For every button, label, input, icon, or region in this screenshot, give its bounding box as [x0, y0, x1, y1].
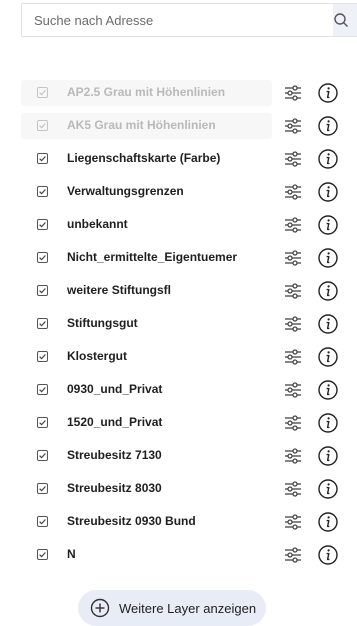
layer-label: 1520_und_Privat	[67, 415, 163, 429]
info-icon[interactable]	[317, 280, 339, 302]
info-icon[interactable]	[317, 115, 339, 137]
filter-settings-icon[interactable]	[283, 116, 303, 136]
info-icon[interactable]	[317, 412, 339, 434]
layer-checkbox[interactable]	[37, 153, 48, 164]
info-icon[interactable]	[317, 82, 339, 104]
layer-label: Nicht_ermittelte_Eigentuemer	[67, 250, 238, 264]
info-icon[interactable]	[317, 511, 339, 533]
checkmark-icon	[39, 420, 46, 426]
layer-row: Nicht_ermittelte_Eigentuemer	[0, 244, 357, 272]
checkmark-icon	[39, 519, 46, 525]
search-button[interactable]	[333, 4, 357, 36]
filter-settings-icon[interactable]	[283, 83, 303, 103]
checkmark-icon	[39, 222, 46, 228]
info-icon[interactable]	[317, 313, 339, 335]
info-icon[interactable]	[317, 445, 339, 467]
layer-checkbox[interactable]	[37, 549, 48, 560]
filter-settings-icon[interactable]	[283, 248, 303, 268]
checkmark-icon	[39, 552, 46, 558]
layer-label: AK5 Grau mit Höhenlinien	[67, 118, 216, 132]
info-icon[interactable]	[317, 148, 339, 170]
info-icon[interactable]	[317, 379, 339, 401]
info-icon[interactable]	[317, 478, 339, 500]
search-icon	[334, 13, 348, 27]
layer-label: Stiftungsgut	[67, 316, 138, 330]
filter-settings-icon[interactable]	[283, 281, 303, 301]
checkmark-icon	[39, 189, 46, 195]
layer-row: Klostergut	[0, 343, 357, 371]
layer-checkbox[interactable]	[37, 516, 48, 527]
filter-settings-icon[interactable]	[283, 446, 303, 466]
layer-label: AP2.5 Grau mit Höhenlinien	[67, 85, 226, 99]
checkmark-icon	[39, 387, 46, 393]
layer-checkbox[interactable]	[37, 483, 48, 494]
layer-row: Streubesitz 0930 Bund	[0, 508, 357, 536]
checkmark-icon	[39, 453, 46, 459]
more-layers-button[interactable]: Weitere Layer anzeigen	[78, 590, 266, 626]
filter-settings-icon[interactable]	[283, 545, 303, 565]
layer-checkbox[interactable]	[37, 318, 48, 329]
layer-row: unbekannt	[0, 211, 357, 239]
layer-row: Liegenschaftskarte (Farbe)	[0, 145, 357, 173]
info-icon[interactable]	[317, 247, 339, 269]
layer-label: Streubesitz 7130	[67, 448, 162, 462]
layer-label: Liegenschaftskarte (Farbe)	[67, 151, 221, 165]
layer-label: Klostergut	[67, 349, 127, 363]
layer-label: Verwaltungsgrenzen	[67, 184, 184, 198]
checkmark-icon	[39, 288, 46, 294]
layer-row: 0930_und_Privat	[0, 376, 357, 404]
filter-settings-icon[interactable]	[283, 314, 303, 334]
layer-row: weitere Stiftungsfl	[0, 277, 357, 305]
layer-row: AP2.5 Grau mit Höhenlinien	[0, 79, 357, 107]
more-layers-label: Weitere Layer anzeigen	[119, 601, 257, 616]
layer-label: unbekannt	[67, 217, 128, 231]
checkmark-icon	[39, 354, 46, 360]
filter-settings-icon[interactable]	[283, 413, 303, 433]
filter-settings-icon[interactable]	[283, 512, 303, 532]
search-input[interactable]	[22, 4, 334, 36]
layer-checkbox[interactable]	[37, 417, 48, 428]
info-icon[interactable]	[317, 544, 339, 566]
filter-settings-icon[interactable]	[283, 215, 303, 235]
info-icon[interactable]	[317, 181, 339, 203]
layer-label: Streubesitz 0930 Bund	[67, 514, 196, 528]
layer-checkbox[interactable]	[37, 285, 48, 296]
checkmark-icon	[39, 156, 46, 162]
layer-checkbox[interactable]	[37, 384, 48, 395]
layer-label: N	[67, 547, 76, 561]
filter-settings-icon[interactable]	[283, 479, 303, 499]
layer-row: AK5 Grau mit Höhenlinien	[0, 112, 357, 140]
filter-settings-icon[interactable]	[283, 182, 303, 202]
layer-checkbox[interactable]	[37, 186, 48, 197]
layer-row: Stiftungsgut	[0, 310, 357, 338]
checkmark-icon	[39, 486, 46, 492]
layer-row: Verwaltungsgrenzen	[0, 178, 357, 206]
checkmark-icon	[39, 123, 46, 129]
layer-row: 1520_und_Privat	[0, 409, 357, 437]
filter-settings-icon[interactable]	[283, 347, 303, 367]
checkmark-icon	[39, 321, 46, 327]
filter-settings-icon[interactable]	[283, 149, 303, 169]
layer-label: 0930_und_Privat	[67, 382, 163, 396]
layer-checkbox[interactable]	[37, 120, 48, 131]
layer-label: Streubesitz 8030	[67, 481, 162, 495]
filter-settings-icon[interactable]	[283, 380, 303, 400]
info-icon[interactable]	[317, 346, 339, 368]
layer-label: weitere Stiftungsfl	[67, 283, 172, 297]
layer-row: Streubesitz 7130	[0, 442, 357, 470]
layer-checkbox[interactable]	[37, 450, 48, 461]
layer-checkbox[interactable]	[37, 351, 48, 362]
layer-checkbox[interactable]	[37, 87, 48, 98]
layer-checkbox[interactable]	[37, 219, 48, 230]
checkmark-icon	[39, 255, 46, 261]
checkmark-icon	[39, 90, 46, 96]
info-icon[interactable]	[317, 214, 339, 236]
plus-circle-icon	[90, 598, 110, 618]
layer-row: N	[0, 541, 357, 569]
layer-row: Streubesitz 8030	[0, 475, 357, 503]
address-search	[21, 3, 357, 37]
layer-checkbox[interactable]	[37, 252, 48, 263]
